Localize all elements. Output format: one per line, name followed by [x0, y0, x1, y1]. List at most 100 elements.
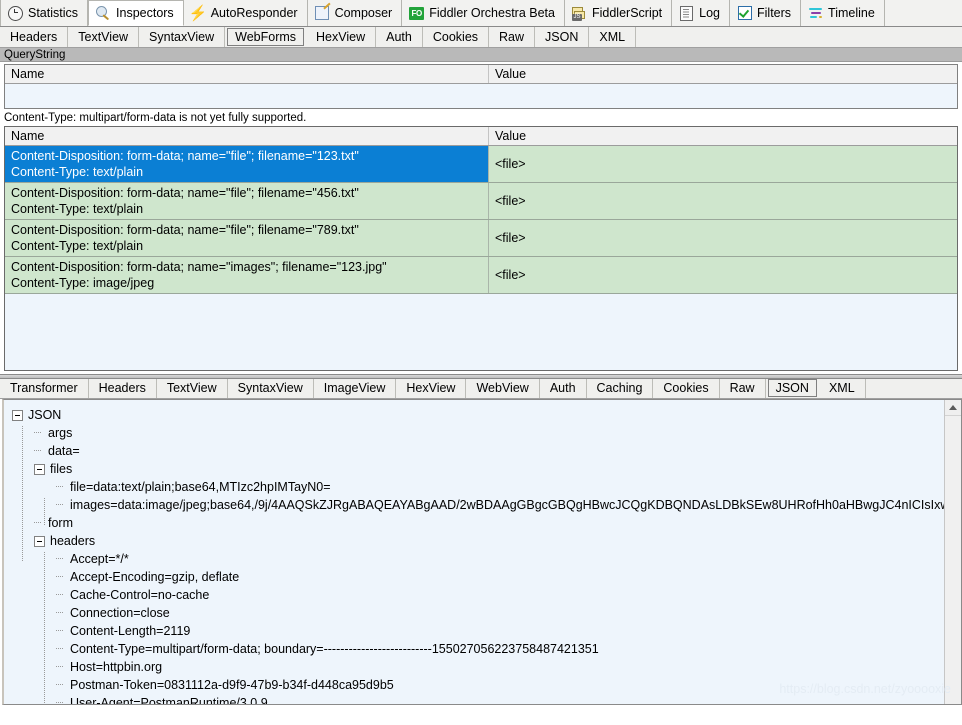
tab-inspectors-label: Inspectors [116, 6, 174, 20]
tab-autoresponder[interactable]: ⚡ AutoResponder [183, 0, 308, 26]
table-row[interactable]: Content-Disposition: form-data; name="fi… [5, 146, 957, 183]
main-tabbar: Statistics Inspectors ⚡ AutoResponder Co… [0, 0, 962, 27]
pane-splitter[interactable] [0, 371, 962, 379]
response-tab-syntaxview[interactable]: SyntaxView [227, 378, 314, 398]
body-row-name: Content-Disposition: form-data; name="fi… [5, 220, 489, 256]
tree-node-user-agent[interactable]: User-Agent=PostmanRuntime/3.0.9 [4, 694, 961, 705]
table-row[interactable]: Content-Disposition: form-data; name="fi… [5, 220, 957, 257]
response-tab-raw[interactable]: Raw [719, 378, 766, 398]
table-row[interactable]: Content-Disposition: form-data; name="im… [5, 257, 957, 294]
request-tab-webforms-label: WebForms [235, 30, 297, 44]
tree-node-form[interactable]: form [4, 514, 961, 532]
tree-node-postman-token[interactable]: Postman-Token=0831112a-d9f9-47b9-b34f-d4… [4, 676, 961, 694]
tab-fiddler-orchestra[interactable]: FO Fiddler Orchestra Beta [402, 0, 565, 26]
tree-node-host[interactable]: Host=httpbin.org [4, 658, 961, 676]
scroll-up-arrow-icon[interactable] [945, 400, 961, 416]
response-tab-imageview[interactable]: ImageView [313, 378, 397, 398]
tree-node-cache-control[interactable]: Cache-Control=no-cache [4, 586, 961, 604]
lightning-bolt-icon: ⚡ [188, 4, 208, 22]
collapse-toggle-icon[interactable] [34, 536, 45, 547]
querystring-col-name[interactable]: Name [5, 65, 489, 83]
body-col-value[interactable]: Value [489, 127, 957, 145]
checkbox-checked-icon [737, 6, 752, 21]
tree-node-connection[interactable]: Connection=close [4, 604, 961, 622]
tree-guide-line [22, 544, 23, 562]
body-grid-header: Name Value [5, 127, 957, 146]
request-tab-cookies[interactable]: Cookies [422, 27, 490, 47]
request-tab-syntaxview-label: SyntaxView [149, 30, 215, 44]
response-tab-webview[interactable]: WebView [466, 378, 540, 398]
response-tab-hexview[interactable]: HexView [396, 378, 467, 398]
response-tab-caching-label: Caching [596, 381, 643, 395]
response-tab-transformer[interactable]: Transformer [0, 378, 89, 398]
response-tab-caching[interactable]: Caching [586, 378, 654, 398]
tree-guide-line [44, 552, 45, 704]
request-tab-headers[interactable]: Headers [0, 27, 69, 47]
tree-node-file-entry[interactable]: file=data:text/plain;base64,MTIzc2hpIMTa… [4, 478, 961, 496]
response-tab-headers[interactable]: Headers [88, 378, 157, 398]
main-tabbar-filler [884, 0, 962, 26]
response-tab-transformer-label: Transformer [10, 381, 78, 395]
querystring-grid-empty-body [5, 84, 957, 108]
json-pane-scrollbar[interactable] [944, 400, 961, 704]
tree-node-label: Cache-Control=no-cache [70, 588, 210, 602]
tree-node-label: headers [50, 534, 96, 548]
tree-node-images-entry[interactable]: images=data:image/jpeg;base64,/9j/4AAQSk… [4, 496, 961, 514]
tab-timeline[interactable]: Timeline [801, 0, 885, 26]
tree-node-label: User-Agent=PostmanRuntime/3.0.9 [70, 696, 268, 705]
tab-log-label: Log [699, 6, 721, 20]
request-tab-syntaxview[interactable]: SyntaxView [139, 27, 226, 47]
tree-node-files[interactable]: files [4, 460, 961, 478]
response-tab-textview[interactable]: TextView [156, 378, 228, 398]
request-tab-webforms[interactable]: WebForms [227, 28, 305, 46]
tab-fiddlerscript[interactable]: JS FiddlerScript [564, 0, 673, 26]
json-tree-pane[interactable]: JSON args data= files file=data:text/pla… [2, 399, 962, 705]
tree-node-accept[interactable]: Accept=*/* [4, 550, 961, 568]
body-col-name[interactable]: Name [5, 127, 489, 145]
tree-node-content-length[interactable]: Content-Length=2119 [4, 622, 961, 640]
tree-node-args[interactable]: args [4, 424, 961, 442]
response-tabbar-filler [865, 378, 962, 398]
collapse-toggle-icon[interactable] [34, 464, 45, 475]
tree-node-accept-encoding[interactable]: Accept-Encoding=gzip, deflate [4, 568, 961, 586]
json-tree[interactable]: JSON args data= files file=data:text/pla… [4, 400, 961, 705]
response-tab-auth[interactable]: Auth [539, 378, 587, 398]
tab-inspectors[interactable]: Inspectors [88, 0, 184, 26]
body-grid-empty-area [5, 294, 957, 370]
request-tab-hexview[interactable]: HexView [306, 27, 377, 47]
response-tab-xml[interactable]: XML [818, 378, 866, 398]
tree-leaf-dash-icon [56, 482, 68, 491]
request-tab-textview[interactable]: TextView [68, 27, 140, 47]
tab-filters[interactable]: Filters [730, 0, 802, 26]
response-tab-raw-label: Raw [729, 381, 755, 395]
collapse-toggle-icon[interactable] [12, 410, 23, 421]
request-tab-json[interactable]: JSON [535, 27, 590, 47]
tree-node-json[interactable]: JSON [4, 406, 961, 424]
tree-node-headers[interactable]: headers [4, 532, 961, 550]
log-document-icon [679, 5, 694, 21]
table-row[interactable]: Content-Disposition: form-data; name="fi… [5, 183, 957, 220]
request-tab-auth[interactable]: Auth [376, 27, 423, 47]
body-grid[interactable]: Name Value Content-Disposition: form-dat… [4, 126, 958, 371]
tree-leaf-dash-icon [56, 662, 68, 671]
response-tab-json[interactable]: JSON [767, 379, 817, 397]
request-tab-xml[interactable]: XML [589, 27, 637, 47]
tree-node-label: data= [48, 444, 80, 458]
tree-node-content-type[interactable]: Content-Type=multipart/form-data; bounda… [4, 640, 961, 658]
tab-statistics[interactable]: Statistics [0, 0, 89, 26]
tab-composer[interactable]: Composer [307, 0, 403, 26]
querystring-grid[interactable]: Name Value [4, 64, 958, 109]
tab-log[interactable]: Log [672, 0, 731, 26]
tab-statistics-label: Statistics [28, 6, 79, 20]
body-row-name: Content-Disposition: form-data; name="im… [5, 257, 489, 293]
response-tab-cookies[interactable]: Cookies [653, 378, 720, 398]
request-inspector-tabbar: Headers TextView SyntaxView WebForms Hex… [0, 27, 962, 48]
tree-node-label: Connection=close [70, 606, 170, 620]
tree-node-data[interactable]: data= [4, 442, 961, 460]
response-tab-json-label: JSON [775, 381, 809, 395]
querystring-col-value[interactable]: Value [489, 65, 957, 83]
magnifier-icon [96, 5, 111, 21]
compose-pencil-icon [315, 6, 330, 21]
tab-composer-label: Composer [334, 6, 393, 20]
request-tab-raw[interactable]: Raw [489, 27, 536, 47]
